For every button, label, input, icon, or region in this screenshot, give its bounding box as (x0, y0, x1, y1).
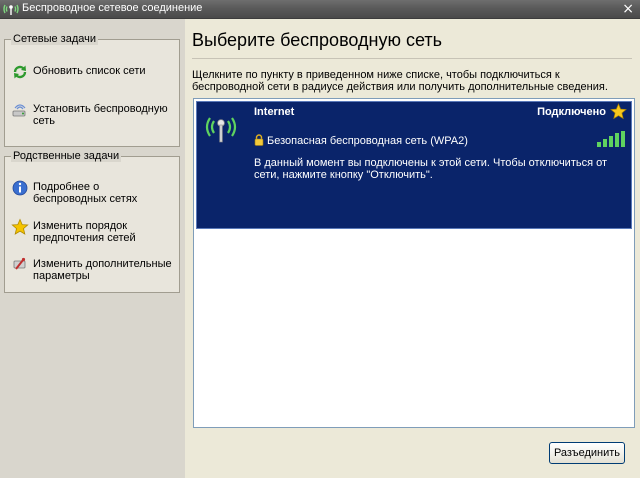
task-setup-wireless[interactable]: Установить беспроводную сеть (11, 101, 175, 127)
preferred-network-star-icon (610, 103, 627, 120)
close-icon[interactable]: × (622, 0, 634, 18)
lock-icon (254, 134, 264, 146)
disconnect-button[interactable]: Разъединить (549, 442, 625, 464)
related-tasks-header: Родственные задачи (11, 150, 122, 162)
related-tasks-box: Родственные задачи Подробнее о беспровод… (4, 150, 180, 293)
wireless-connection-window: Беспроводное сетевое соединение × Сетевы… (0, 0, 640, 478)
network-security: Безопасная беспроводная сеть (WPA2) (267, 135, 468, 147)
wireless-network-icon (3, 4, 19, 15)
task-advanced-label: Изменить дополнительные параметры (33, 258, 172, 282)
refresh-icon (13, 65, 27, 79)
wireless-setup-icon (12, 104, 26, 117)
network-item-internet[interactable]: Internet Подключено Безопасная беспровод… (196, 101, 632, 229)
network-tasks-box: Сетевые задачи Обновить список сети Уста… (4, 33, 180, 147)
signal-strength-icon (597, 131, 625, 147)
task-refresh-network-list[interactable]: Обновить список сети (11, 63, 175, 81)
task-learn-label: Подробнее о беспроводных сетях (33, 181, 138, 205)
task-change-order[interactable]: Изменить порядок предпочтения сетей (11, 218, 175, 244)
window-title: Беспроводное сетевое соединение (22, 2, 203, 14)
network-name: Internet (254, 106, 295, 118)
divider (192, 58, 632, 59)
task-pane: Сетевые задачи Обновить список сети Уста… (0, 19, 185, 478)
page-title: Выберите беспроводную сеть (192, 30, 443, 50)
info-icon (12, 180, 28, 196)
task-change-order-label: Изменить порядок предпочтения сетей (33, 220, 136, 244)
network-description: В данный момент вы подключены к этой сет… (254, 157, 608, 181)
main-pane: Выберите беспроводную сеть Щелкните по п… (185, 19, 640, 478)
network-tasks-header: Сетевые задачи (11, 33, 98, 45)
network-list[interactable]: Internet Подключено Безопасная беспровод… (193, 98, 635, 428)
intro-text: Щелкните по пункту в приведенном ниже сп… (192, 69, 608, 93)
wireless-antenna-icon (205, 117, 237, 143)
network-status: Подключено (537, 106, 606, 118)
task-setup-label: Установить беспроводную сеть (33, 103, 168, 127)
star-icon (11, 218, 29, 235)
settings-icon (13, 257, 26, 270)
task-refresh-label: Обновить список сети (33, 65, 146, 77)
title-bar: Беспроводное сетевое соединение × (0, 0, 640, 19)
task-learn-wireless[interactable]: Подробнее о беспроводных сетях (11, 179, 175, 205)
task-advanced-settings[interactable]: Изменить дополнительные параметры (11, 256, 175, 282)
